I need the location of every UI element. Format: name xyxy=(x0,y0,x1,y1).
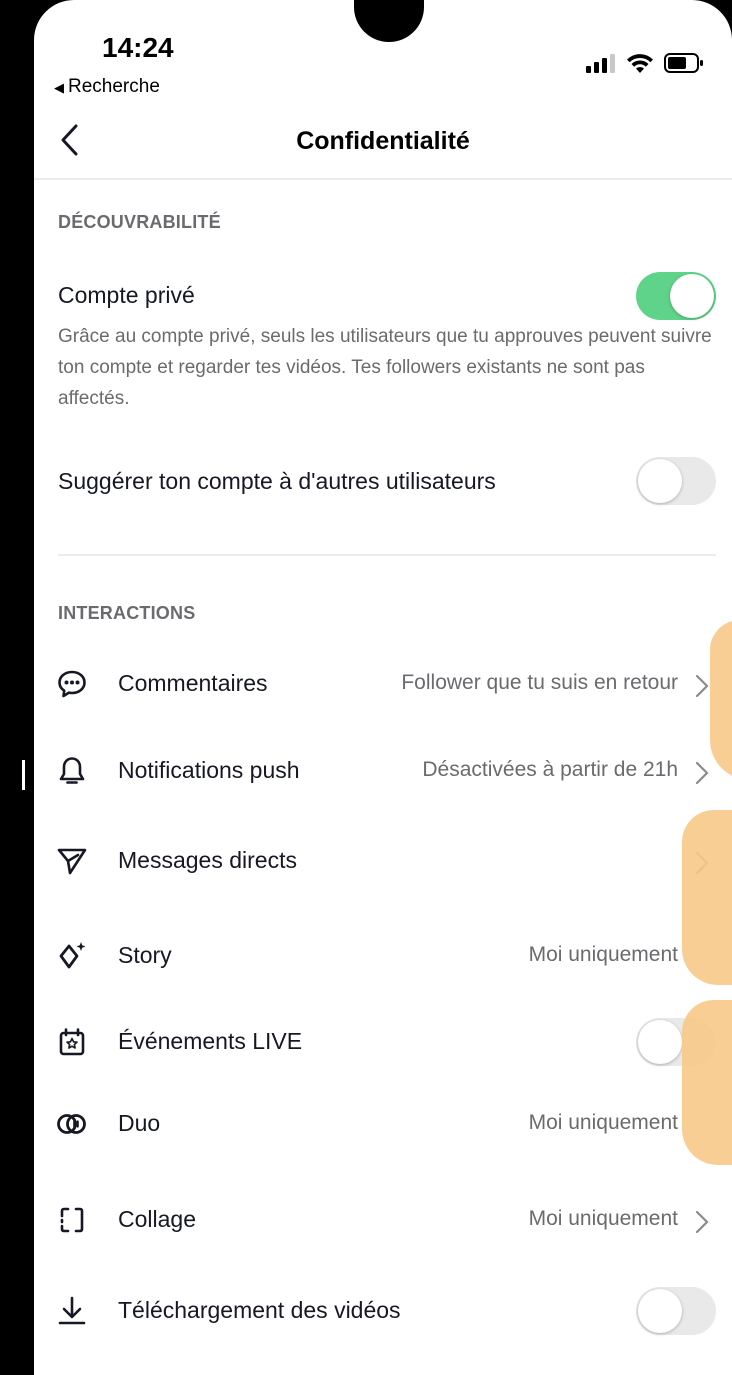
setting-row-stitch[interactable]: Collage Moi uniquement xyxy=(34,1192,732,1252)
section-header-discoverability: DÉCOUVRABILITÉ xyxy=(58,212,221,232)
setting-value: Follower que tu suis en retour xyxy=(401,671,678,694)
setting-label: Messages directs xyxy=(118,847,297,873)
back-app-label: Recherche xyxy=(68,76,160,97)
toggle-knob xyxy=(638,1020,682,1064)
setting-label: Téléchargement des vidéos xyxy=(118,1297,401,1323)
suggest-account-toggle[interactable] xyxy=(636,457,716,505)
setting-row-story[interactable]: Story Moi uniquement xyxy=(34,928,732,988)
setting-label: Duo xyxy=(118,1110,161,1136)
setting-label: Story xyxy=(118,942,172,968)
comment-icon xyxy=(58,670,86,698)
section-header-interactions: INTERACTIONS xyxy=(58,603,196,623)
chevron-right-icon xyxy=(695,761,709,785)
triangle-left-icon: ◀ xyxy=(54,80,64,95)
device-frame-left xyxy=(0,0,34,1375)
private-account-label: Compte privé xyxy=(58,282,195,308)
setting-value: Moi uniquement xyxy=(528,943,678,966)
private-account-toggle[interactable] xyxy=(636,272,716,320)
status-icons xyxy=(586,52,704,74)
setting-label: Collage xyxy=(118,1206,196,1232)
private-account-description: Grâce au compte privé, seuls les utilisa… xyxy=(58,326,712,409)
page-title: Confidentialité xyxy=(296,127,470,155)
story-sparkle-icon xyxy=(59,942,86,969)
setting-value: Désactivées à partir de 21h xyxy=(422,758,678,781)
back-to-app-link[interactable]: ◀ Recherche xyxy=(54,76,160,98)
toggle-knob xyxy=(670,274,714,318)
setting-value: Moi uniquement xyxy=(528,1111,678,1134)
duet-icon xyxy=(57,1114,86,1134)
chevron-right-icon xyxy=(695,1210,709,1234)
chevron-right-icon xyxy=(695,674,709,698)
battery-icon xyxy=(664,53,703,73)
setting-row-direct-messages[interactable]: Messages directs xyxy=(34,833,732,893)
setting-label: Événements LIVE xyxy=(118,1028,303,1054)
setting-row-comments[interactable]: Commentaires Follower que tu suis en ret… xyxy=(34,656,732,716)
nav-divider xyxy=(34,178,732,180)
setting-row-video-downloads[interactable]: Téléchargement des vidéos xyxy=(34,1283,732,1343)
finger-overlay xyxy=(682,1000,732,1165)
suggest-account-label: Suggérer ton compte à d'autres utilisate… xyxy=(58,468,496,494)
video-downloads-toggle[interactable] xyxy=(636,1287,716,1335)
finger-overlay xyxy=(710,620,732,780)
setting-row-live-events[interactable]: Événements LIVE xyxy=(34,1014,732,1074)
status-time: 14:24 xyxy=(102,32,174,63)
setting-row-push-notifications[interactable]: Notifications push Désactivées à partir … xyxy=(34,743,732,803)
phone-screen: 14:24 ◀ Recherche Confidentialité DÉCOUVR… xyxy=(34,0,732,1375)
section-divider xyxy=(58,554,716,556)
toggle-knob xyxy=(638,1289,682,1333)
setting-row-duet[interactable]: Duo Moi uniquement xyxy=(34,1096,732,1156)
finger-overlay xyxy=(682,810,732,985)
bell-icon xyxy=(59,757,85,784)
calendar-star-icon xyxy=(59,1028,85,1056)
send-icon xyxy=(57,848,87,875)
stitch-icon xyxy=(60,1207,84,1233)
toggle-knob xyxy=(638,459,682,503)
device-side-mark xyxy=(22,760,25,790)
setting-value: Moi uniquement xyxy=(528,1207,678,1230)
setting-label: Notifications push xyxy=(118,757,300,783)
wifi-icon xyxy=(627,54,653,73)
signal-icon xyxy=(586,54,615,73)
download-icon xyxy=(58,1296,86,1325)
setting-label: Commentaires xyxy=(118,670,268,696)
